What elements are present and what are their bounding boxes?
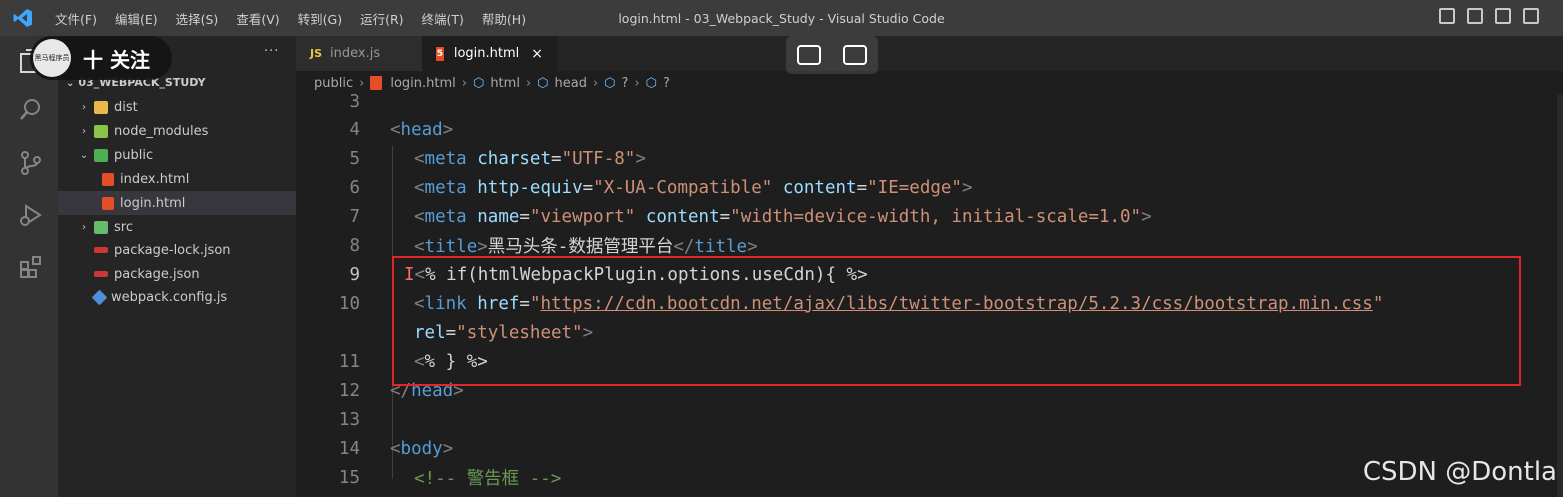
chevron-right-icon: › — [82, 221, 86, 233]
code-line: 3 — [296, 87, 1563, 116]
toggle-secondary-sidebar-icon[interactable] — [1495, 8, 1511, 24]
toggle-sidebar-icon[interactable] — [1439, 8, 1455, 24]
line-number: 7 — [349, 206, 360, 227]
more-actions-icon[interactable]: ··· — [264, 44, 279, 59]
title-bar: 文件(F) 编辑(E) 选择(S) 查看(V) 转到(G) 运行(R) 终端(T… — [0, 0, 1563, 36]
tab-label: index.js — [330, 46, 381, 61]
line-number: 12 — [338, 380, 360, 401]
tree-item-package-json[interactable]: package.json — [58, 262, 296, 286]
tree-item-label: package-lock.json — [114, 242, 231, 258]
npm-icon — [94, 247, 108, 253]
folder-icon — [94, 100, 108, 114]
tree-item-label: src — [114, 219, 133, 235]
tree-item-webpack-config[interactable]: webpack.config.js — [58, 285, 296, 309]
search-icon[interactable] — [18, 96, 44, 122]
src-folder-icon — [94, 220, 108, 234]
line-number: 5 — [349, 148, 360, 169]
line-number: 6 — [349, 177, 360, 198]
tree-item-index-html[interactable]: index.html — [58, 167, 296, 191]
folder-open-icon — [94, 148, 108, 162]
menu-bar: 文件(F) 编辑(E) 选择(S) 查看(V) 转到(G) 运行(R) 终端(T… — [46, 9, 535, 28]
code-line: 7 <meta name="viewport" content="width=d… — [296, 202, 1563, 231]
line-number: 10 — [338, 293, 360, 314]
line-number: 13 — [338, 409, 360, 430]
editor-scrollbar[interactable] — [1557, 95, 1563, 497]
watermark: CSDN @Dontla — [1362, 457, 1557, 487]
menu-file[interactable]: 文件(F) — [46, 9, 106, 28]
tree-item-src[interactable]: › src — [58, 215, 296, 239]
avatar: 黑马程序员 — [33, 39, 71, 77]
line-number: 14 — [338, 438, 360, 459]
line-number: 11 — [338, 351, 360, 372]
follow-button-label: 十 关注 — [83, 47, 150, 72]
tree-item-dist[interactable]: › dist — [58, 95, 296, 119]
tree-item-login-html[interactable]: login.html — [58, 191, 296, 215]
source-control-icon[interactable] — [18, 150, 44, 176]
menu-run[interactable]: 运行(R) — [351, 9, 412, 28]
menu-terminal[interactable]: 终端(T) — [413, 9, 473, 28]
tab-label: login.html — [453, 46, 520, 61]
customize-layout-icon[interactable] — [1523, 8, 1539, 24]
code-text: <meta charset="UTF-8"> — [414, 148, 646, 169]
menu-view[interactable]: 查看(V) — [227, 9, 288, 28]
code-line: 4 <head> — [296, 115, 1563, 144]
tree-item-label: webpack.config.js — [111, 289, 228, 305]
webpack-icon — [91, 289, 108, 305]
video-play-icon[interactable] — [843, 45, 867, 65]
menu-help[interactable]: 帮助(H) — [473, 9, 535, 28]
html-file-icon — [102, 172, 114, 186]
chevron-right-icon: › — [82, 101, 86, 113]
tree-item-label: package.json — [114, 266, 200, 282]
code-text: <head> — [390, 119, 454, 140]
highlight-annotation-box — [392, 256, 1521, 386]
tree-item-package-lock[interactable]: package-lock.json — [58, 238, 296, 262]
line-number: 15 — [338, 467, 360, 488]
menu-selection[interactable]: 选择(S) — [167, 9, 228, 28]
tree-item-node-modules[interactable]: › node_modules — [58, 119, 296, 143]
floating-video-toolbar — [786, 36, 878, 74]
html-file-icon: 5 — [436, 46, 444, 61]
vscode-logo-icon — [0, 8, 46, 28]
picture-in-picture-icon[interactable] — [797, 45, 821, 65]
explorer-sidebar: ··· ⌄ 03_WEBPACK_STUDY › dist › node_modu… — [58, 36, 296, 497]
code-line: 5 <meta charset="UTF-8"> — [296, 144, 1563, 173]
code-text: <meta http-equiv="X-UA-Compatible" conte… — [414, 177, 973, 198]
menu-edit[interactable]: 编辑(E) — [106, 9, 167, 28]
chevron-right-icon: › — [82, 125, 86, 137]
code-line: 13 — [296, 405, 1563, 434]
line-number: 3 — [349, 91, 360, 112]
npm-icon — [94, 271, 108, 277]
line-number: 9 — [349, 264, 360, 285]
tab-login-html[interactable]: 5 login.html × — [422, 36, 557, 71]
code-text: <!-- 警告框 --> — [414, 469, 562, 489]
chevron-down-icon: ⌄ — [79, 149, 89, 161]
editor-tabs: JS index.js 5 login.html × — [296, 36, 1563, 71]
tab-index-js[interactable]: JS index.js — [296, 36, 422, 71]
html-file-icon — [102, 196, 114, 210]
tree-item-label: dist — [114, 99, 138, 115]
code-text: <title>黑马头条-数据管理平台</title> — [414, 237, 758, 257]
tree-item-label: public — [114, 147, 154, 163]
run-debug-icon[interactable] — [18, 202, 44, 228]
menu-go[interactable]: 转到(G) — [289, 9, 351, 28]
tree-item-label: login.html — [120, 195, 186, 211]
toggle-panel-icon[interactable] — [1467, 8, 1483, 24]
tree-item-public[interactable]: ⌄ public — [58, 143, 296, 167]
js-file-icon: JS — [310, 47, 323, 60]
code-line: 6 <meta http-equiv="X-UA-Compatible" con… — [296, 173, 1563, 202]
node-folder-icon — [94, 124, 108, 138]
extensions-icon[interactable] — [18, 254, 44, 280]
tree-item-label: node_modules — [114, 123, 209, 139]
close-icon[interactable]: × — [531, 46, 543, 62]
activity-bar — [0, 36, 58, 497]
tree-item-label: index.html — [120, 171, 190, 187]
line-number: 8 — [349, 235, 360, 256]
code-text: <meta name="viewport" content="width=dev… — [414, 206, 1152, 227]
follow-overlay[interactable]: 黑马程序员 十 关注 — [30, 36, 172, 80]
code-text: <body> — [390, 438, 454, 459]
line-number: 4 — [349, 119, 360, 140]
layout-controls — [1439, 8, 1539, 24]
